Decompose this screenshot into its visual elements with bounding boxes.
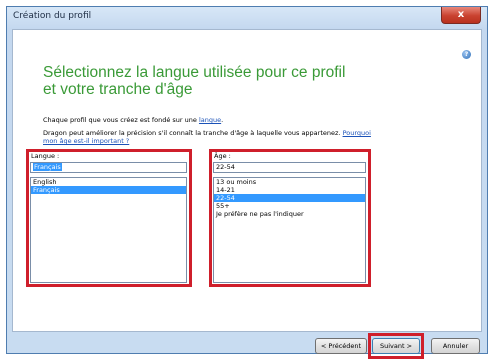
age-listbox[interactable]: 13 ou moins 14-21 22-54 55+ Je préfère n… <box>213 177 366 283</box>
language-description: Chaque profil que vous créez est fondé s… <box>43 116 223 124</box>
cancel-button[interactable]: Annuler <box>431 338 480 354</box>
dialog-content: ? Sélectionnez la langue utilisée pour c… <box>12 29 482 332</box>
language-description-suffix: . <box>221 116 224 124</box>
language-description-text: Chaque profil que vous créez est fondé s… <box>43 116 199 124</box>
page-title: Sélectionnez la langue utilisée pour ce … <box>43 64 403 98</box>
age-option-13-or-less[interactable]: 13 ou moins <box>214 178 365 186</box>
help-icon[interactable]: ? <box>462 50 471 59</box>
age-option-14-21[interactable]: 14-21 <box>214 186 365 194</box>
age-description: Dragon peut améliorer la précision s'il … <box>43 129 443 145</box>
age-input[interactable]: 22-54 <box>213 162 366 173</box>
title-bar[interactable]: Création du profil x <box>7 7 487 28</box>
close-button[interactable]: x <box>441 7 481 24</box>
next-button[interactable]: Suivant > <box>372 338 420 354</box>
profile-creation-window: Création du profil x ? Sélectionnez la l… <box>6 6 488 359</box>
language-link[interactable]: langue <box>199 116 221 124</box>
language-option-english[interactable]: English <box>31 178 186 186</box>
language-input-value: Français <box>33 163 62 171</box>
age-option-55-plus[interactable]: 55+ <box>214 202 365 210</box>
why-age-link[interactable]: Pourquoi <box>343 129 371 137</box>
window-title: Création du profil <box>13 11 92 21</box>
why-age-link-continued[interactable]: mon âge est-il important ? <box>43 137 129 145</box>
page-title-line-2: et votre tranche d'âge <box>43 81 193 98</box>
age-description-text: Dragon peut améliorer la précision s'il … <box>43 129 343 137</box>
language-option-francais[interactable]: Français <box>31 186 186 194</box>
previous-button[interactable]: < Précédent <box>315 338 367 354</box>
age-label: Âge : <box>214 152 231 160</box>
language-input[interactable]: Français <box>30 162 187 173</box>
language-label: Langue : <box>31 152 60 160</box>
age-option-22-54[interactable]: 22-54 <box>214 194 365 202</box>
page-title-line-1: Sélectionnez la langue utilisée pour ce … <box>43 64 346 81</box>
language-listbox[interactable]: English Français <box>30 177 187 283</box>
age-option-prefer-not-to-say[interactable]: Je préfère ne pas l'indiquer <box>214 210 365 218</box>
